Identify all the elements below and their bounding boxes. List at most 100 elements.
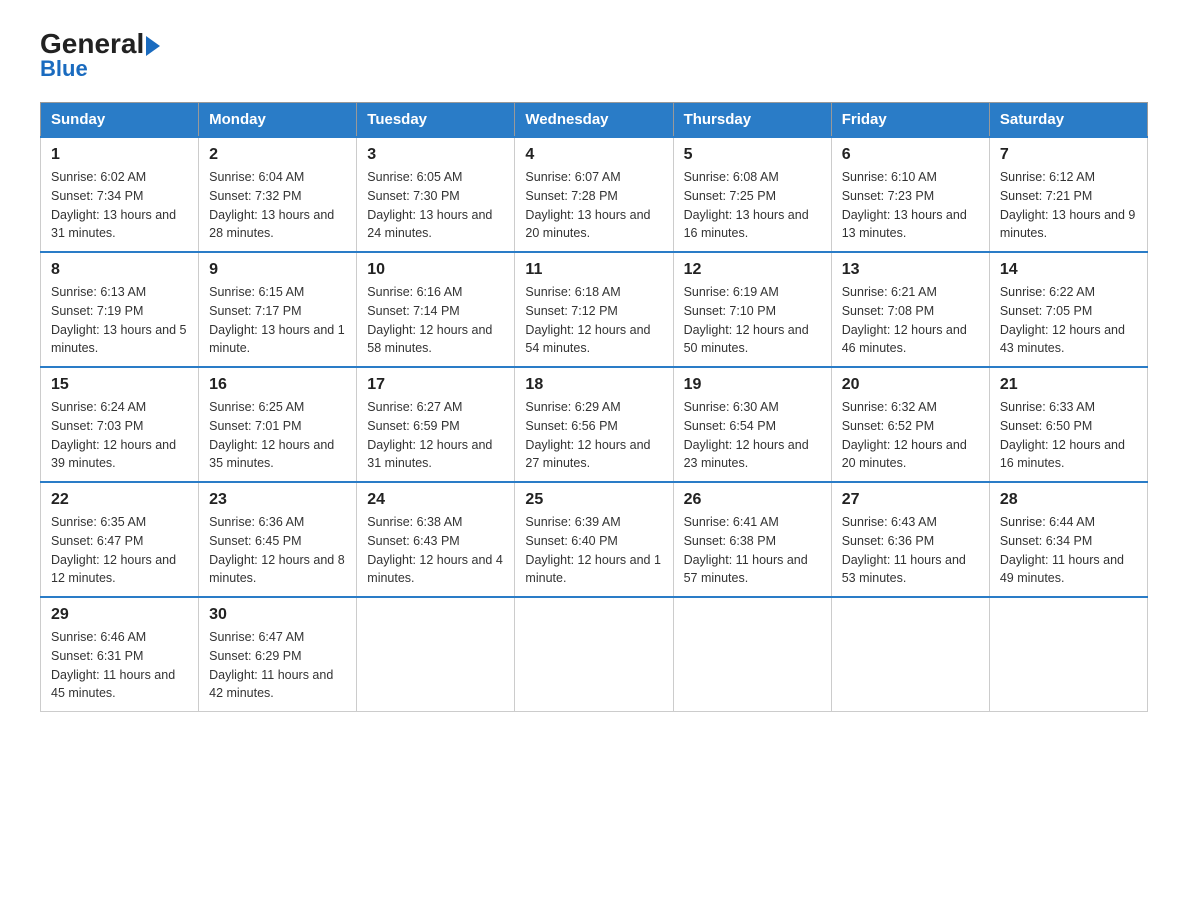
day-info: Sunrise: 6:27 AMSunset: 6:59 PMDaylight:…	[367, 398, 504, 473]
day-cell: 22 Sunrise: 6:35 AMSunset: 6:47 PMDayligh…	[41, 482, 199, 597]
day-number: 11	[525, 261, 662, 279]
day-cell: 4 Sunrise: 6:07 AMSunset: 7:28 PMDaylight…	[515, 137, 673, 252]
day-number: 15	[51, 376, 188, 394]
day-info: Sunrise: 6:02 AMSunset: 7:34 PMDaylight:…	[51, 168, 188, 243]
day-info: Sunrise: 6:15 AMSunset: 7:17 PMDaylight:…	[209, 283, 346, 358]
day-cell: 5Sunrise: 6:08 AMSunset: 7:25 PMDaylight…	[673, 137, 831, 252]
day-cell: 18 Sunrise: 6:29 AMSunset: 6:56 PMDayligh…	[515, 367, 673, 482]
day-number: 14	[1000, 261, 1137, 279]
logo-arrow-icon	[146, 36, 160, 56]
day-cell	[673, 597, 831, 712]
day-cell: 24Sunrise: 6:38 AMSunset: 6:43 PMDayligh…	[357, 482, 515, 597]
day-info: Sunrise: 6:44 AMSunset: 6:34 PMDaylight:…	[1000, 513, 1137, 588]
day-cell: 17 Sunrise: 6:27 AMSunset: 6:59 PMDayligh…	[357, 367, 515, 482]
day-cell	[515, 597, 673, 712]
day-number: 23	[209, 491, 346, 509]
day-number: 16	[209, 376, 346, 394]
calendar-table: SundayMondayTuesdayWednesdayThursdayFrid…	[40, 102, 1148, 712]
day-cell: 15 Sunrise: 6:24 AMSunset: 7:03 PMDayligh…	[41, 367, 199, 482]
column-header-friday: Friday	[831, 103, 989, 138]
day-number: 26	[684, 491, 821, 509]
day-number: 22	[51, 491, 188, 509]
day-info: Sunrise: 6:33 AMSunset: 6:50 PMDaylight:…	[1000, 398, 1137, 473]
day-cell: 9Sunrise: 6:15 AMSunset: 7:17 PMDaylight…	[199, 252, 357, 367]
column-header-monday: Monday	[199, 103, 357, 138]
day-number: 29	[51, 606, 188, 624]
day-info: Sunrise: 6:19 AMSunset: 7:10 PMDaylight:…	[684, 283, 821, 358]
day-cell: 20 Sunrise: 6:32 AMSunset: 6:52 PMDayligh…	[831, 367, 989, 482]
day-info: Sunrise: 6:46 AMSunset: 6:31 PMDaylight:…	[51, 628, 188, 703]
day-number: 13	[842, 261, 979, 279]
day-cell: 19 Sunrise: 6:30 AMSunset: 6:54 PMDayligh…	[673, 367, 831, 482]
day-number: 21	[1000, 376, 1137, 394]
logo-general: General	[40, 30, 160, 58]
day-info: Sunrise: 6:38 AMSunset: 6:43 PMDaylight:…	[367, 513, 504, 588]
day-info: Sunrise: 6:07 AMSunset: 7:28 PMDaylight:…	[525, 168, 662, 243]
day-number: 6	[842, 146, 979, 164]
day-cell: 28 Sunrise: 6:44 AMSunset: 6:34 PMDayligh…	[989, 482, 1147, 597]
day-info: Sunrise: 6:21 AMSunset: 7:08 PMDaylight:…	[842, 283, 979, 358]
day-info: Sunrise: 6:29 AMSunset: 6:56 PMDaylight:…	[525, 398, 662, 473]
day-number: 7	[1000, 146, 1137, 164]
day-cell: 21 Sunrise: 6:33 AMSunset: 6:50 PMDayligh…	[989, 367, 1147, 482]
day-cell: 29 Sunrise: 6:46 AMSunset: 6:31 PMDayligh…	[41, 597, 199, 712]
day-info: Sunrise: 6:36 AMSunset: 6:45 PMDaylight:…	[209, 513, 346, 588]
day-cell: 26 Sunrise: 6:41 AMSunset: 6:38 PMDayligh…	[673, 482, 831, 597]
day-info: Sunrise: 6:41 AMSunset: 6:38 PMDaylight:…	[684, 513, 821, 588]
column-header-thursday: Thursday	[673, 103, 831, 138]
day-number: 8	[51, 261, 188, 279]
day-cell: 7 Sunrise: 6:12 AMSunset: 7:21 PMDaylight…	[989, 137, 1147, 252]
day-info: Sunrise: 6:24 AMSunset: 7:03 PMDaylight:…	[51, 398, 188, 473]
day-cell: 30 Sunrise: 6:47 AMSunset: 6:29 PMDayligh…	[199, 597, 357, 712]
day-info: Sunrise: 6:13 AMSunset: 7:19 PMDaylight:…	[51, 283, 188, 358]
day-cell: 16Sunrise: 6:25 AMSunset: 7:01 PMDayligh…	[199, 367, 357, 482]
week-row-3: 15 Sunrise: 6:24 AMSunset: 7:03 PMDayligh…	[41, 367, 1148, 482]
day-cell: 8 Sunrise: 6:13 AMSunset: 7:19 PMDaylight…	[41, 252, 199, 367]
day-cell: 1 Sunrise: 6:02 AMSunset: 7:34 PMDaylight…	[41, 137, 199, 252]
day-number: 2	[209, 146, 346, 164]
day-info: Sunrise: 6:35 AMSunset: 6:47 PMDaylight:…	[51, 513, 188, 588]
column-header-sunday: Sunday	[41, 103, 199, 138]
week-row-2: 8 Sunrise: 6:13 AMSunset: 7:19 PMDaylight…	[41, 252, 1148, 367]
day-number: 18	[525, 376, 662, 394]
day-number: 30	[209, 606, 346, 624]
week-row-4: 22 Sunrise: 6:35 AMSunset: 6:47 PMDayligh…	[41, 482, 1148, 597]
day-cell: 12 Sunrise: 6:19 AMSunset: 7:10 PMDayligh…	[673, 252, 831, 367]
calendar-header-row: SundayMondayTuesdayWednesdayThursdayFrid…	[41, 103, 1148, 138]
day-info: Sunrise: 6:47 AMSunset: 6:29 PMDaylight:…	[209, 628, 346, 703]
day-number: 19	[684, 376, 821, 394]
day-cell: 6Sunrise: 6:10 AMSunset: 7:23 PMDaylight…	[831, 137, 989, 252]
day-info: Sunrise: 6:30 AMSunset: 6:54 PMDaylight:…	[684, 398, 821, 473]
day-cell: 2Sunrise: 6:04 AMSunset: 7:32 PMDaylight…	[199, 137, 357, 252]
page-header: General Blue	[40, 30, 1148, 82]
day-number: 20	[842, 376, 979, 394]
day-cell: 23 Sunrise: 6:36 AMSunset: 6:45 PMDayligh…	[199, 482, 357, 597]
column-header-tuesday: Tuesday	[357, 103, 515, 138]
day-info: Sunrise: 6:18 AMSunset: 7:12 PMDaylight:…	[525, 283, 662, 358]
logo-blue: Blue	[40, 56, 88, 82]
day-cell: 10 Sunrise: 6:16 AMSunset: 7:14 PMDayligh…	[357, 252, 515, 367]
day-number: 1	[51, 146, 188, 164]
logo-area: General Blue	[40, 30, 160, 82]
day-info: Sunrise: 6:22 AMSunset: 7:05 PMDaylight:…	[1000, 283, 1137, 358]
day-number: 27	[842, 491, 979, 509]
day-number: 25	[525, 491, 662, 509]
day-number: 28	[1000, 491, 1137, 509]
day-info: Sunrise: 6:43 AMSunset: 6:36 PMDaylight:…	[842, 513, 979, 588]
column-header-wednesday: Wednesday	[515, 103, 673, 138]
day-cell	[357, 597, 515, 712]
day-info: Sunrise: 6:05 AMSunset: 7:30 PMDaylight:…	[367, 168, 504, 243]
day-number: 10	[367, 261, 504, 279]
day-info: Sunrise: 6:16 AMSunset: 7:14 PMDaylight:…	[367, 283, 504, 358]
day-number: 12	[684, 261, 821, 279]
day-number: 17	[367, 376, 504, 394]
day-info: Sunrise: 6:39 AMSunset: 6:40 PMDaylight:…	[525, 513, 662, 588]
day-number: 4	[525, 146, 662, 164]
day-info: Sunrise: 6:32 AMSunset: 6:52 PMDaylight:…	[842, 398, 979, 473]
day-cell: 13 Sunrise: 6:21 AMSunset: 7:08 PMDayligh…	[831, 252, 989, 367]
week-row-5: 29 Sunrise: 6:46 AMSunset: 6:31 PMDayligh…	[41, 597, 1148, 712]
day-info: Sunrise: 6:08 AMSunset: 7:25 PMDaylight:…	[684, 168, 821, 243]
day-cell	[831, 597, 989, 712]
day-number: 3	[367, 146, 504, 164]
day-info: Sunrise: 6:12 AMSunset: 7:21 PMDaylight:…	[1000, 168, 1137, 243]
